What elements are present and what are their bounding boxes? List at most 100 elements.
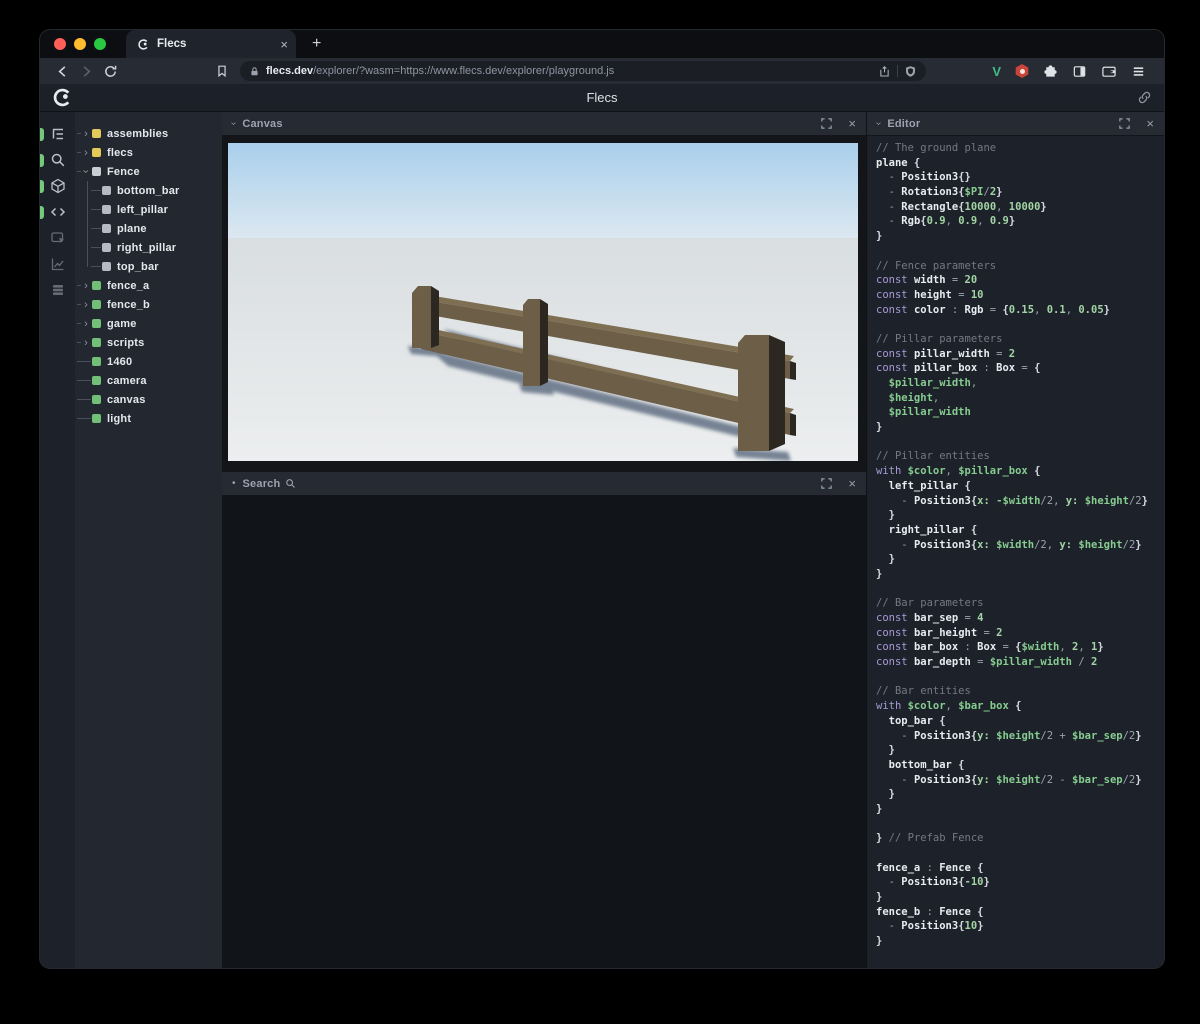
- tree-item-right_pillar[interactable]: right_pillar: [75, 238, 222, 257]
- query-search-tool-button[interactable]: [40, 147, 75, 173]
- sky: [228, 143, 858, 239]
- connector-line: [90, 181, 102, 200]
- browser-menu-icon[interactable]: [1131, 64, 1146, 79]
- code-line: bottom_bar {: [876, 758, 965, 771]
- tables-tool-button[interactable]: [40, 277, 75, 303]
- fence-middle-pillar: [523, 299, 548, 386]
- fullscreen-button[interactable]: [821, 478, 833, 489]
- expand-icon[interactable]: ›: [80, 276, 92, 295]
- tree-item-scripts[interactable]: › scripts: [75, 333, 222, 352]
- tree-item-canvas[interactable]: canvas: [75, 390, 222, 409]
- canvas-3d-tool-button[interactable]: [40, 173, 75, 199]
- code-line: - Position3{x: -$width/2, y: $height/2}: [876, 494, 1148, 507]
- sidebar-toggle-icon[interactable]: [1072, 64, 1087, 79]
- extensions-puzzle-icon[interactable]: [1043, 64, 1058, 79]
- browser-window: Flecs × + flecs.dev/explorer/?wasm=https…: [40, 30, 1164, 968]
- minimize-window-button[interactable]: [74, 38, 86, 50]
- search-panel-body[interactable]: [222, 496, 866, 968]
- expand-icon[interactable]: ›: [80, 333, 92, 352]
- connector-line: [80, 390, 92, 409]
- badge-dot: [1019, 68, 1025, 74]
- reload-button[interactable]: [98, 64, 122, 79]
- tree-item-1460[interactable]: 1460: [75, 352, 222, 371]
- browser-toolbar: flecs.dev/explorer/?wasm=https://www.fle…: [40, 58, 1164, 84]
- tree-item-label: fence_a: [107, 279, 150, 292]
- back-button[interactable]: [50, 64, 74, 79]
- tree-item-fence_b[interactable]: › fence_b: [75, 295, 222, 314]
- zoom-window-button[interactable]: [94, 38, 106, 50]
- entity-entity-icon: [92, 338, 101, 347]
- bookmark-sidebar-icon[interactable]: [210, 64, 234, 78]
- child-entity-icon: [102, 243, 111, 252]
- extension-badge-icon[interactable]: [1015, 64, 1029, 78]
- fullscreen-button[interactable]: [821, 118, 833, 129]
- entity-entity-icon: [92, 357, 101, 366]
- tree-item-assemblies[interactable]: › assemblies: [75, 124, 222, 143]
- canvas-viewport[interactable]: [228, 143, 858, 461]
- expand-icon[interactable]: ›: [80, 314, 92, 333]
- fullscreen-button[interactable]: [1119, 118, 1131, 129]
- tree-item-Fence[interactable]: › Fence: [75, 162, 222, 181]
- module-entity-icon: [92, 148, 101, 157]
- tree-item-left_pillar[interactable]: left_pillar: [75, 200, 222, 219]
- tree-item-flecs[interactable]: › flecs: [75, 143, 222, 162]
- new-tab-button[interactable]: +: [312, 36, 321, 52]
- expand-icon[interactable]: ›: [80, 295, 92, 314]
- close-panel-button[interactable]: ×: [848, 117, 856, 130]
- code-line: - Position3{y: $height/2 - $bar_sep/2}: [876, 773, 1142, 786]
- forward-button[interactable]: [74, 64, 98, 79]
- tree-item-light[interactable]: light: [75, 409, 222, 428]
- tree-item-bottom_bar[interactable]: bottom_bar: [75, 181, 222, 200]
- entity-entity-icon: [92, 376, 101, 385]
- code-line: const bar_height = 2: [876, 626, 1003, 639]
- cube-icon: [50, 178, 65, 194]
- tree-item-fence_a[interactable]: › fence_a: [75, 276, 222, 295]
- 3d-scene: [228, 143, 858, 461]
- connector-line: [80, 352, 92, 371]
- browser-tab[interactable]: Flecs ×: [126, 30, 296, 58]
- search-panel-title: Search: [242, 477, 281, 490]
- code-line: const bar_depth = $pillar_width / 2: [876, 656, 1098, 669]
- url-bar[interactable]: flecs.dev/explorer/?wasm=https://www.fle…: [240, 61, 927, 81]
- code-content[interactable]: // The ground plane plane { - Position3{}…: [867, 136, 1164, 968]
- close-window-button[interactable]: [54, 38, 66, 50]
- entity-tree-tool-button[interactable]: [40, 121, 75, 147]
- tree-item-label: flecs: [107, 146, 134, 159]
- code-line: - Position3{y: $height/2 + $bar_sep/2}: [876, 729, 1142, 742]
- brave-shield-icon[interactable]: [904, 65, 917, 78]
- share-link-icon[interactable]: [1137, 90, 1152, 105]
- collapse-panel-icon[interactable]: ›: [228, 122, 239, 125]
- share-icon[interactable]: [878, 65, 891, 78]
- tree-item-plane[interactable]: plane: [75, 219, 222, 238]
- code-line: fence_b : Fence {: [876, 905, 984, 918]
- panel-dot-icon[interactable]: •: [232, 478, 236, 489]
- expand-icon[interactable]: ›: [80, 143, 92, 162]
- code-line: const pillar_box : Box = {: [876, 362, 1041, 375]
- code-line: // Fence parameters: [876, 259, 997, 272]
- code-line: fence_a : Fence {: [876, 861, 984, 874]
- entity-tree: › assemblies › flecs › Fence bottom_bar left_pi…: [75, 112, 222, 968]
- tree-item-game[interactable]: › game: [75, 314, 222, 333]
- wallet-icon[interactable]: [1101, 64, 1117, 79]
- tab-close-icon[interactable]: ×: [280, 38, 288, 51]
- vue-devtools-extension-icon[interactable]: V: [992, 64, 1001, 79]
- code-line: - Rectangle{10000, 10000}: [876, 200, 1047, 213]
- code-line: // The ground plane: [876, 142, 997, 154]
- collapse-icon[interactable]: ›: [77, 166, 96, 178]
- editor-panel-header: › Editor ×: [867, 112, 1164, 136]
- browser-tab-strip: Flecs × +: [40, 30, 1164, 58]
- tab-title: Flecs: [157, 38, 187, 50]
- tree-item-label: assemblies: [107, 127, 169, 140]
- statistics-tool-button[interactable]: [40, 251, 75, 277]
- inspector-tool-button[interactable]: [40, 225, 75, 251]
- collapse-panel-icon[interactable]: ›: [873, 122, 884, 125]
- chart-icon: [51, 258, 64, 271]
- expand-icon[interactable]: ›: [80, 124, 92, 143]
- tree-item-top_bar[interactable]: top_bar: [75, 257, 222, 276]
- tree-item-label: Fence: [107, 165, 140, 178]
- tree-item-camera[interactable]: camera: [75, 371, 222, 390]
- close-panel-button[interactable]: ×: [1146, 117, 1154, 130]
- close-panel-button[interactable]: ×: [848, 477, 856, 490]
- script-editor-tool-button[interactable]: [40, 199, 75, 225]
